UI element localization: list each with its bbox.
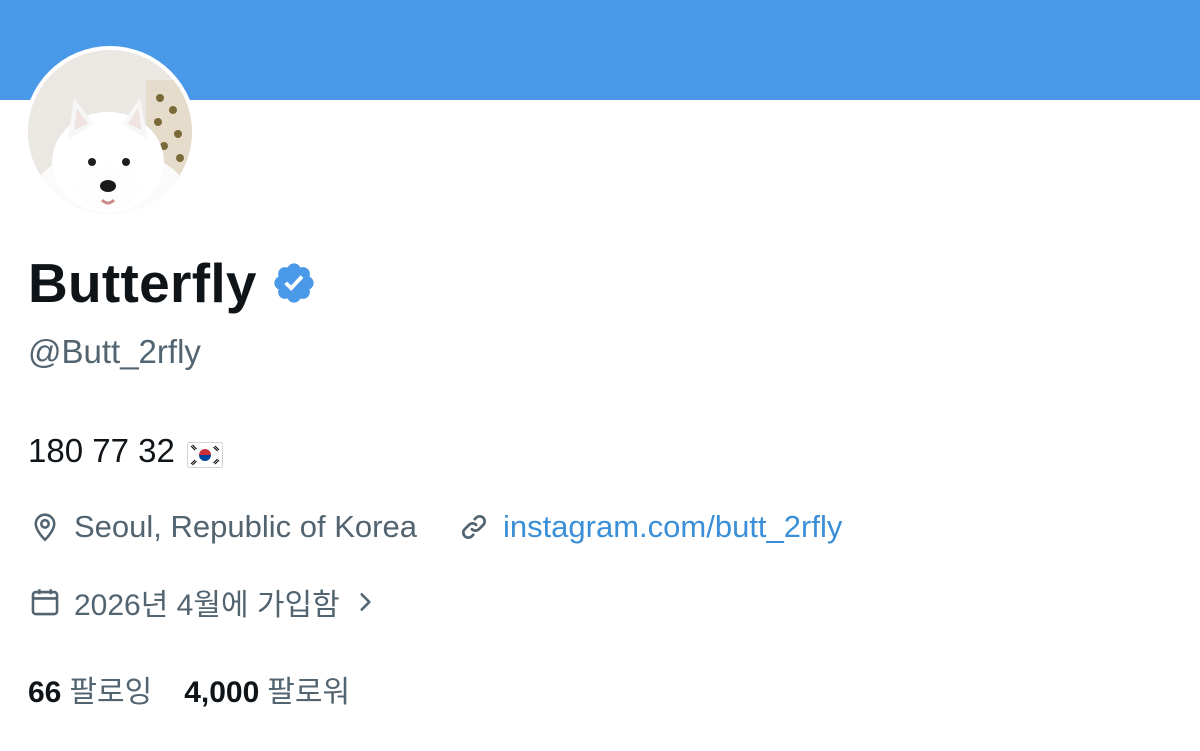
follow-stats: 66 팔로잉 4,000 팔로워 (28, 667, 350, 711)
chevron-right-icon[interactable] (352, 589, 378, 615)
verified-badge-icon[interactable] (271, 260, 317, 306)
link-icon (457, 510, 491, 544)
profile-name-row: Butterfly (28, 248, 317, 318)
followers-label: 팔로워 (267, 676, 351, 709)
following-label: 팔로잉 (69, 676, 153, 709)
joined-date-text: 2026년 4월에 가입함 (74, 589, 340, 622)
profile-bio: 180 77 32 (28, 432, 223, 470)
profile-meta-row: Seoul, Republic of Korea instagram.com/b… (28, 505, 842, 549)
website-item[interactable]: instagram.com/butt_2rfly (457, 509, 842, 545)
avatar-samoyed-image (28, 50, 192, 214)
followers-count: 4,000 (184, 676, 260, 709)
following-count: 66 (28, 676, 62, 709)
avatar-frame (24, 46, 196, 218)
user-handle: @Butt_2rfly (28, 333, 201, 370)
map-pin-icon (28, 510, 62, 544)
followers-stat[interactable]: 4,000 팔로워 (184, 667, 350, 711)
south-korea-flag-icon (186, 438, 223, 468)
bio-text: 180 77 32 (28, 432, 175, 469)
avatar[interactable] (28, 50, 192, 214)
following-stat[interactable]: 66 팔로잉 (28, 667, 152, 711)
location-item: Seoul, Republic of Korea (28, 509, 417, 545)
website-link[interactable]: instagram.com/butt_2rfly (503, 509, 842, 545)
joined-date-row[interactable]: 2026년 4월에 가입함 (28, 580, 378, 624)
display-name: Butterfly (28, 252, 257, 314)
calendar-icon (28, 585, 62, 619)
location-text: Seoul, Republic of Korea (74, 509, 417, 544)
